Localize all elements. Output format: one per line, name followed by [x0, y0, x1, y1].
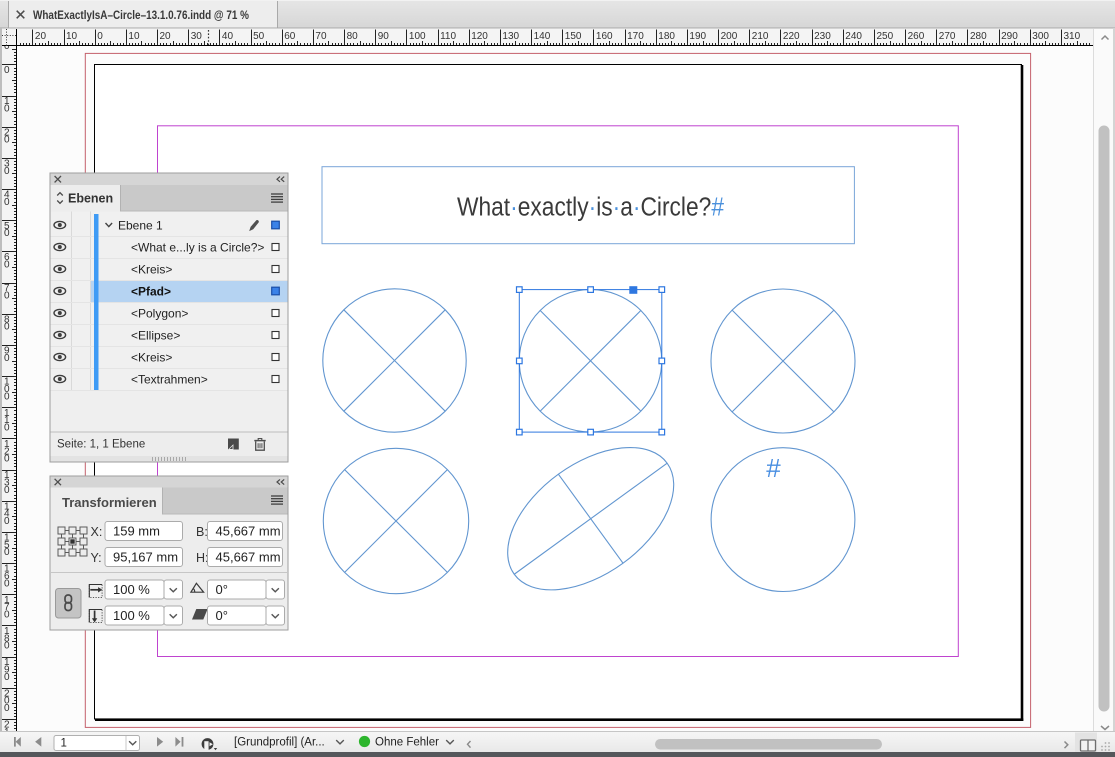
svg-text:290: 290 — [1001, 31, 1018, 42]
svg-text:#: # — [766, 453, 781, 483]
svg-text:0: 0 — [4, 641, 10, 652]
svg-text:Transformieren: Transformieren — [62, 495, 157, 510]
svg-text:100 %: 100 % — [113, 582, 150, 597]
svg-text:190: 190 — [689, 31, 706, 42]
svg-text:0: 0 — [4, 703, 10, 714]
svg-text:100 %: 100 % — [113, 608, 150, 623]
svg-text:159 mm: 159 mm — [113, 523, 160, 538]
svg-text:<Pfad>: <Pfad> — [131, 285, 171, 299]
svg-text:210: 210 — [752, 31, 769, 42]
svg-text:0: 0 — [4, 322, 10, 333]
svg-text:0: 0 — [4, 547, 10, 558]
svg-text:Seite: 1, 1 Ebene: Seite: 1, 1 Ebene — [57, 439, 145, 451]
svg-text:B:: B: — [196, 525, 208, 539]
svg-text:0: 0 — [4, 391, 10, 402]
svg-text:0: 0 — [4, 423, 10, 434]
svg-text:0: 0 — [4, 166, 10, 177]
svg-text:Y:: Y: — [91, 551, 102, 565]
svg-text:260: 260 — [908, 31, 925, 42]
svg-text:10: 10 — [66, 31, 78, 42]
svg-text:110: 110 — [440, 31, 456, 42]
svg-text:140: 140 — [534, 31, 551, 42]
svg-text:X:: X: — [91, 525, 103, 539]
svg-text:220: 220 — [783, 31, 800, 42]
svg-text:0°: 0° — [216, 582, 228, 597]
svg-text:150: 150 — [565, 31, 582, 42]
svg-text:<Kreis>: <Kreis> — [131, 351, 172, 365]
svg-text:20: 20 — [35, 31, 47, 42]
svg-text:Ebene 1: Ebene 1 — [118, 219, 163, 233]
svg-text:0: 0 — [4, 104, 10, 115]
svg-text:0°: 0° — [216, 608, 228, 623]
svg-text:WhatExactlyIsA–Circle–13.1.0.7: WhatExactlyIsA–Circle–13.1.0.76.indd @ 7… — [33, 10, 249, 22]
svg-text:230: 230 — [814, 31, 831, 42]
svg-text:<Kreis>: <Kreis> — [131, 263, 172, 277]
svg-text:What·exactly·is·a·Circle?#: What·exactly·is·a·Circle?# — [457, 194, 725, 222]
svg-text:0: 0 — [4, 516, 10, 527]
svg-text:60: 60 — [284, 31, 296, 42]
svg-text:0: 0 — [4, 259, 10, 270]
svg-text:<Textrahmen>: <Textrahmen> — [131, 373, 208, 387]
svg-text:0: 0 — [4, 197, 10, 208]
svg-text:310: 310 — [1064, 31, 1081, 42]
svg-text:20: 20 — [160, 31, 172, 42]
svg-text:180: 180 — [658, 31, 675, 42]
svg-text:0: 0 — [4, 65, 10, 76]
svg-text:0: 0 — [4, 291, 10, 302]
svg-text:300: 300 — [1032, 31, 1049, 42]
svg-text:250: 250 — [877, 31, 894, 42]
svg-text:0: 0 — [97, 31, 103, 42]
svg-text:120: 120 — [471, 31, 488, 42]
svg-text:45,667 mm: 45,667 mm — [216, 549, 281, 564]
svg-text:90: 90 — [378, 31, 390, 42]
svg-text:<What e...ly is a Circle?>: <What e...ly is a Circle?> — [131, 241, 264, 255]
svg-text:95,167 mm: 95,167 mm — [113, 549, 178, 564]
svg-text:240: 240 — [845, 31, 862, 42]
svg-text:170: 170 — [627, 31, 644, 42]
svg-text:<Polygon>: <Polygon> — [131, 307, 188, 321]
svg-text:0: 0 — [4, 578, 10, 589]
svg-text:130: 130 — [502, 31, 519, 42]
svg-text:10: 10 — [128, 31, 140, 42]
svg-text:Ohne Fehler: Ohne Fehler — [375, 737, 439, 749]
svg-text:0: 0 — [4, 485, 10, 496]
svg-text:100: 100 — [409, 31, 426, 42]
svg-text:280: 280 — [970, 31, 987, 42]
svg-text:200: 200 — [721, 31, 738, 42]
svg-text:1: 1 — [61, 738, 67, 750]
svg-text:0: 0 — [4, 454, 10, 465]
svg-text:Ebenen: Ebenen — [68, 192, 113, 206]
svg-text:70: 70 — [315, 31, 327, 42]
svg-text:0: 0 — [4, 135, 10, 146]
svg-text:80: 80 — [347, 31, 359, 42]
svg-text:160: 160 — [596, 31, 613, 42]
svg-text:45,667 mm: 45,667 mm — [216, 523, 281, 538]
svg-text:H:: H: — [196, 551, 209, 565]
svg-text:<Ellipse>: <Ellipse> — [131, 329, 180, 343]
svg-text:0: 0 — [4, 610, 10, 621]
svg-text:0: 0 — [4, 353, 10, 364]
svg-text:[Grundprofil] (Ar...: [Grundprofil] (Ar... — [234, 737, 325, 749]
svg-text:30: 30 — [191, 31, 203, 42]
svg-text:0: 0 — [4, 228, 10, 239]
svg-text:50: 50 — [253, 31, 265, 42]
svg-text:270: 270 — [939, 31, 956, 42]
svg-text:40: 40 — [222, 31, 234, 42]
svg-text:0: 0 — [4, 672, 10, 683]
